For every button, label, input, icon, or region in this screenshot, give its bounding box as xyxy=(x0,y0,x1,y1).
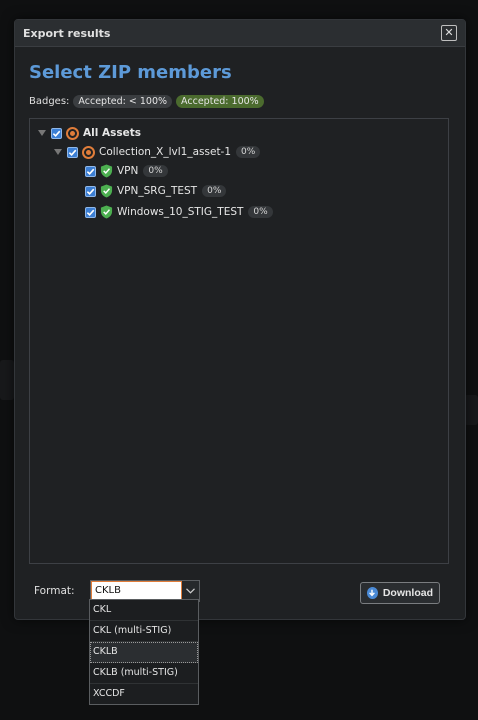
background-content xyxy=(0,360,14,400)
checkbox[interactable] xyxy=(67,146,78,158)
download-label: Download xyxy=(382,587,433,599)
tree-node-collection[interactable]: Collection_X_lvl1_asset-1 0% xyxy=(54,144,261,160)
format-option-xccdf[interactable]: XCCDF xyxy=(90,684,198,704)
expand-arrow-icon[interactable] xyxy=(54,149,62,155)
background-content xyxy=(464,395,478,425)
tree-node-label: Collection_X_lvl1_asset-1 xyxy=(99,146,232,158)
checkbox[interactable] xyxy=(51,127,62,139)
download-button[interactable]: Download xyxy=(360,582,440,604)
format-select-trigger[interactable] xyxy=(182,581,199,601)
badge-accepted-partial: Accepted: < 100% xyxy=(73,95,173,108)
percent-badge: 0% xyxy=(248,206,273,218)
tree-node-stig[interactable]: VPN_SRG_TEST 0% xyxy=(85,183,227,199)
checkbox[interactable] xyxy=(85,165,96,177)
page-title: Select ZIP members xyxy=(29,62,232,83)
dialog-title: Export results xyxy=(23,26,111,40)
tree-node-all-assets[interactable]: All Assets xyxy=(38,125,141,141)
expand-arrow-icon[interactable] xyxy=(38,130,46,136)
chevron-down-icon xyxy=(186,588,195,594)
badge-accepted-full: Accepted: 100% xyxy=(176,95,264,108)
format-dropdown: CKL CKL (multi-STIG) CKLB CKLB (multi-ST… xyxy=(89,599,199,705)
shield-check-icon xyxy=(100,205,113,219)
percent-badge: 0% xyxy=(143,165,168,177)
format-label: Format: xyxy=(34,585,75,597)
checkbox[interactable] xyxy=(85,185,96,197)
format-option-ckl[interactable]: CKL xyxy=(90,600,198,621)
target-icon xyxy=(66,126,79,140)
download-icon xyxy=(367,587,378,599)
shield-check-icon xyxy=(100,184,113,198)
target-icon xyxy=(82,145,95,159)
export-dialog: Export results ✕ Select ZIP members Badg… xyxy=(14,19,466,620)
tree-node-label: VPN_SRG_TEST xyxy=(117,185,198,197)
dialog-titlebar: Export results ✕ xyxy=(15,20,465,47)
close-button[interactable]: ✕ xyxy=(441,25,457,41)
format-select-value[interactable]: CKLB xyxy=(91,581,182,601)
format-option-cklb[interactable]: CKLB xyxy=(90,642,198,663)
shield-check-icon xyxy=(100,164,113,178)
tree-node-stig[interactable]: Windows_10_STIG_TEST 0% xyxy=(85,204,273,220)
tree-node-label: VPN xyxy=(117,165,139,177)
tree-node-label: All Assets xyxy=(83,127,141,139)
badges-label: Badges: xyxy=(29,96,70,107)
close-icon: ✕ xyxy=(444,26,454,39)
format-option-cklb-multi[interactable]: CKLB (multi-STIG) xyxy=(90,663,198,684)
members-tree: All Assets Collection_X_lvl1_asset-1 0% … xyxy=(29,118,449,564)
format-option-ckl-multi[interactable]: CKL (multi-STIG) xyxy=(90,621,198,642)
badges-legend: Badges: Accepted: < 100% Accepted: 100% xyxy=(29,95,268,108)
tree-node-stig[interactable]: VPN 0% xyxy=(85,163,168,179)
percent-badge: 0% xyxy=(202,185,227,197)
checkbox[interactable] xyxy=(85,206,96,218)
tree-node-label: Windows_10_STIG_TEST xyxy=(117,206,244,218)
percent-badge: 0% xyxy=(236,146,261,158)
